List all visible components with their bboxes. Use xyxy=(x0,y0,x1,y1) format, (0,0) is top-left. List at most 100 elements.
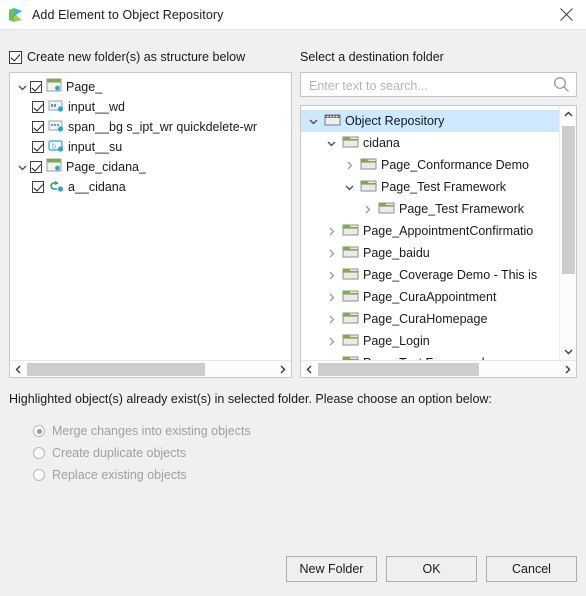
tree-item-label: Page_Coverage Demo - This is xyxy=(363,268,538,282)
tree-item-checkbox[interactable] xyxy=(32,101,44,113)
create-new-folders-checkbox[interactable]: Create new folder(s) as structure below xyxy=(9,48,292,66)
chevron-right-icon[interactable] xyxy=(323,353,339,360)
folder-icon xyxy=(342,245,359,262)
destination-tree-vertical-scrollbar[interactable] xyxy=(559,106,576,360)
tree-row[interactable]: b input__su xyxy=(10,137,291,157)
tree-item-label: Page_Test Framework xyxy=(399,202,525,216)
source-tree-horizontal-scrollbar[interactable] xyxy=(10,360,291,377)
checkbox-box xyxy=(9,50,22,64)
tree-row[interactable]: span__bg s_ipt_wr quickdelete-wr xyxy=(10,117,291,137)
hscroll-thumb[interactable] xyxy=(318,362,480,376)
tree-item-checkbox[interactable] xyxy=(32,121,44,133)
destination-tree-horizontal-scrollbar[interactable] xyxy=(301,360,576,377)
tree-row[interactable]: Page_Coverage Demo - This is xyxy=(301,264,559,286)
tree-row[interactable]: Page_Login xyxy=(301,330,559,352)
search-icon[interactable] xyxy=(553,76,570,93)
folder-icon xyxy=(342,135,359,152)
chevron-right-icon[interactable] xyxy=(323,331,339,351)
chevron-right-icon[interactable] xyxy=(559,361,576,378)
option-merge-changes[interactable]: Merge changes into existing objects xyxy=(33,420,251,442)
source-tree-rows: Page_ input__wd span__bg s_ipt_wr quickd… xyxy=(10,77,291,359)
tree-row[interactable]: Object Repository xyxy=(301,110,559,132)
option-create-duplicate[interactable]: Create duplicate objects xyxy=(33,442,251,464)
destination-tree-rows: Object Repository cidana Page_Conformanc… xyxy=(301,110,559,360)
option-replace-existing[interactable]: Replace existing objects xyxy=(33,464,251,486)
tree-row[interactable]: a__cidana xyxy=(10,177,291,197)
folder-icon xyxy=(342,223,359,240)
tree-item-label: Page_Login xyxy=(363,334,430,348)
chevron-down-icon[interactable] xyxy=(341,177,357,197)
source-elements-tree[interactable]: Page_ input__wd span__bg s_ipt_wr quickd… xyxy=(9,72,292,378)
tree-row[interactable]: Page_Test Framework xyxy=(301,176,559,198)
chevron-down-icon[interactable] xyxy=(560,343,576,360)
tree-item-label: a__cidana xyxy=(68,180,126,194)
destination-folder-tree[interactable]: Object Repository cidana Page_Conformanc… xyxy=(300,105,577,378)
search-input[interactable] xyxy=(307,73,551,98)
tree-item-checkbox[interactable] xyxy=(32,181,44,193)
vscroll-thumb[interactable] xyxy=(562,126,575,274)
tree-row[interactable]: Page_Test Framework xyxy=(301,198,559,220)
hscroll-track[interactable] xyxy=(27,361,274,378)
tree-row[interactable]: Page_CuraAppointment xyxy=(301,286,559,308)
chevron-right-icon[interactable] xyxy=(323,287,339,307)
dialog-body: Create new folder(s) as structure below xyxy=(0,30,586,596)
chevron-right-icon[interactable] xyxy=(341,155,357,175)
tree-item-label: Page_cidana_ xyxy=(66,160,146,174)
page-object-icon xyxy=(46,158,62,176)
tree-row[interactable]: Page_cidana_ xyxy=(10,157,291,177)
tree-row[interactable]: input__wd xyxy=(10,97,291,117)
chevron-right-icon[interactable] xyxy=(359,199,375,219)
title-bar: Add Element to Object Repository xyxy=(0,0,586,30)
link-element-icon xyxy=(48,179,64,196)
tree-item-checkbox[interactable] xyxy=(30,81,42,93)
chevron-down-icon[interactable] xyxy=(14,157,30,177)
tree-row[interactable]: Page_baidu xyxy=(301,242,559,264)
new-folder-button[interactable]: New Folder xyxy=(286,556,377,582)
tree-row[interactable]: Page_Test Framework xyxy=(301,352,559,360)
tree-row[interactable]: Page_CuraHomepage xyxy=(301,308,559,330)
close-icon[interactable] xyxy=(546,0,586,29)
option-label: Replace existing objects xyxy=(52,468,187,482)
tree-row[interactable]: cidana xyxy=(301,132,559,154)
search-box[interactable] xyxy=(300,72,577,98)
chevron-down-icon[interactable] xyxy=(323,133,339,153)
tree-item-checkbox[interactable] xyxy=(32,141,44,153)
chevron-down-icon[interactable] xyxy=(14,77,30,97)
create-new-folders-label: Create new folder(s) as structure below xyxy=(27,50,246,64)
chevron-right-icon[interactable] xyxy=(274,361,291,378)
tree-item-label: Page_AppointmentConfirmatio xyxy=(363,224,534,238)
left-panel: Create new folder(s) as structure below xyxy=(9,48,292,378)
input-element-icon xyxy=(48,99,64,116)
chevron-right-icon[interactable] xyxy=(323,309,339,329)
ok-button[interactable]: OK xyxy=(386,556,477,582)
tree-item-checkbox[interactable] xyxy=(30,161,42,173)
tree-row[interactable]: Page_AppointmentConfirmatio xyxy=(301,220,559,242)
chevron-left-icon[interactable] xyxy=(10,361,27,378)
button-element-icon: b xyxy=(48,139,64,156)
radio-button[interactable] xyxy=(33,469,45,481)
cancel-button[interactable]: Cancel xyxy=(486,556,577,582)
tree-item-label: Page_Conformance Demo xyxy=(381,158,529,172)
chevron-down-icon[interactable] xyxy=(305,111,321,131)
folder-icon xyxy=(342,267,359,284)
tree-item-label: span__bg s_ipt_wr quickdelete-wr xyxy=(68,120,257,134)
chevron-left-icon[interactable] xyxy=(301,361,318,378)
folder-icon xyxy=(342,289,359,306)
page-object-icon xyxy=(46,78,62,96)
radio-button[interactable] xyxy=(33,425,45,437)
chevron-right-icon[interactable] xyxy=(323,221,339,241)
option-label: Create duplicate objects xyxy=(52,446,187,460)
tree-item-label: Page_CuraHomepage xyxy=(363,312,488,326)
chevron-right-icon[interactable] xyxy=(323,243,339,263)
radio-button[interactable] xyxy=(33,447,45,459)
hscroll-thumb[interactable] xyxy=(27,362,205,376)
chevron-right-icon[interactable] xyxy=(323,265,339,285)
tree-row[interactable]: Page_Conformance Demo xyxy=(301,154,559,176)
hscroll-track[interactable] xyxy=(318,361,559,378)
chevron-up-icon[interactable] xyxy=(560,106,576,123)
tree-item-label: Object Repository xyxy=(345,114,445,128)
folder-icon xyxy=(342,311,359,328)
folder-icon xyxy=(342,333,359,350)
svg-text:b: b xyxy=(52,143,56,150)
tree-row[interactable]: Page_ xyxy=(10,77,291,97)
